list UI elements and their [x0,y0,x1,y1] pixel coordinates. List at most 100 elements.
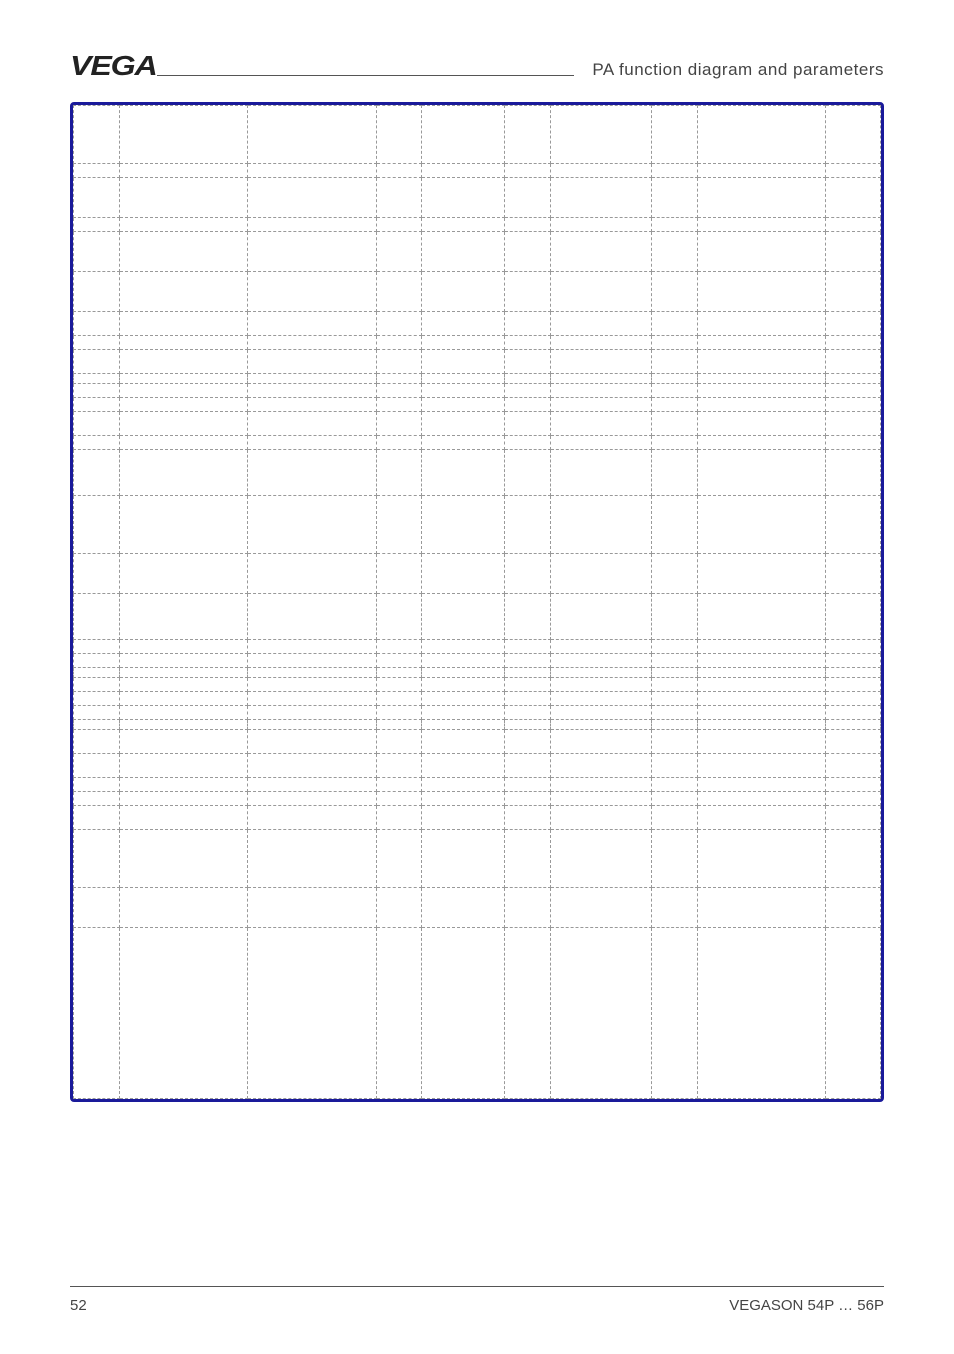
table-cell [376,232,422,272]
table-cell [825,830,880,888]
table-cell [422,436,505,450]
table-cell [550,720,651,730]
table-cell [376,384,422,398]
table-cell [376,106,422,164]
table-cell [376,720,422,730]
table-cell [550,678,651,692]
table-cell [376,594,422,640]
table-cell [74,412,120,436]
table-cell [422,806,505,830]
table-cell [119,706,247,720]
table-cell [504,412,550,436]
table-cell [119,272,247,312]
table-cell [697,554,825,594]
table-cell [422,730,505,754]
table-cell [422,272,505,312]
table-cell [504,336,550,350]
table-cell [422,594,505,640]
table-cell [248,178,376,218]
table-cell [550,164,651,178]
table-cell [248,888,376,928]
table-cell [825,450,880,496]
table-row [74,678,881,692]
table-row [74,398,881,412]
table-cell [825,888,880,928]
table-cell [697,640,825,654]
table-cell [550,398,651,412]
table-cell [376,374,422,384]
table-cell [825,218,880,232]
table-cell [504,164,550,178]
table-cell [422,778,505,792]
table-cell [651,806,697,830]
table-row [74,384,881,398]
table-cell [248,412,376,436]
table-cell [697,692,825,706]
table-cell [422,384,505,398]
table-cell [651,668,697,678]
table-cell [550,374,651,384]
table-cell [825,678,880,692]
table-cell [119,678,247,692]
table-cell [248,654,376,668]
table-row [74,720,881,730]
table-row [74,178,881,218]
table-cell [697,312,825,336]
table-cell [119,496,247,554]
table-row [74,706,881,720]
table-cell [376,654,422,668]
table-cell [697,232,825,272]
table-cell [74,778,120,792]
table-cell [825,312,880,336]
table-cell [651,594,697,640]
table-cell [697,106,825,164]
table-cell [119,806,247,830]
table-cell [376,350,422,374]
table-cell [376,178,422,218]
table-cell [697,830,825,888]
table-cell [248,720,376,730]
table-cell [550,692,651,706]
table-cell [550,312,651,336]
table-row [74,496,881,554]
table-cell [74,232,120,272]
table-cell [651,754,697,778]
table-cell [119,384,247,398]
table-cell [74,554,120,594]
table-cell [119,350,247,374]
table-cell [119,830,247,888]
table-cell [825,232,880,272]
table-cell [504,178,550,218]
table-cell [651,778,697,792]
table-cell [119,398,247,412]
table-cell [651,232,697,272]
table-cell [248,554,376,594]
table-cell [422,554,505,594]
table-cell [651,384,697,398]
table-cell [74,888,120,928]
table-cell [376,888,422,928]
table-cell [550,730,651,754]
table-cell [504,928,550,1099]
table-cell [376,730,422,754]
table-cell [248,754,376,778]
table-cell [422,888,505,928]
table-row [74,668,881,678]
table-cell [376,778,422,792]
table-cell [825,754,880,778]
table-cell [825,806,880,830]
table-cell [376,806,422,830]
table-cell [550,272,651,312]
table-cell [504,554,550,594]
table-cell [74,792,120,806]
table-row [74,164,881,178]
table-cell [697,792,825,806]
table-cell [697,730,825,754]
table-cell [504,218,550,232]
table-cell [422,720,505,730]
table-cell [376,312,422,336]
table-cell [825,778,880,792]
table-cell [504,398,550,412]
table-cell [422,706,505,720]
table-cell [697,398,825,412]
